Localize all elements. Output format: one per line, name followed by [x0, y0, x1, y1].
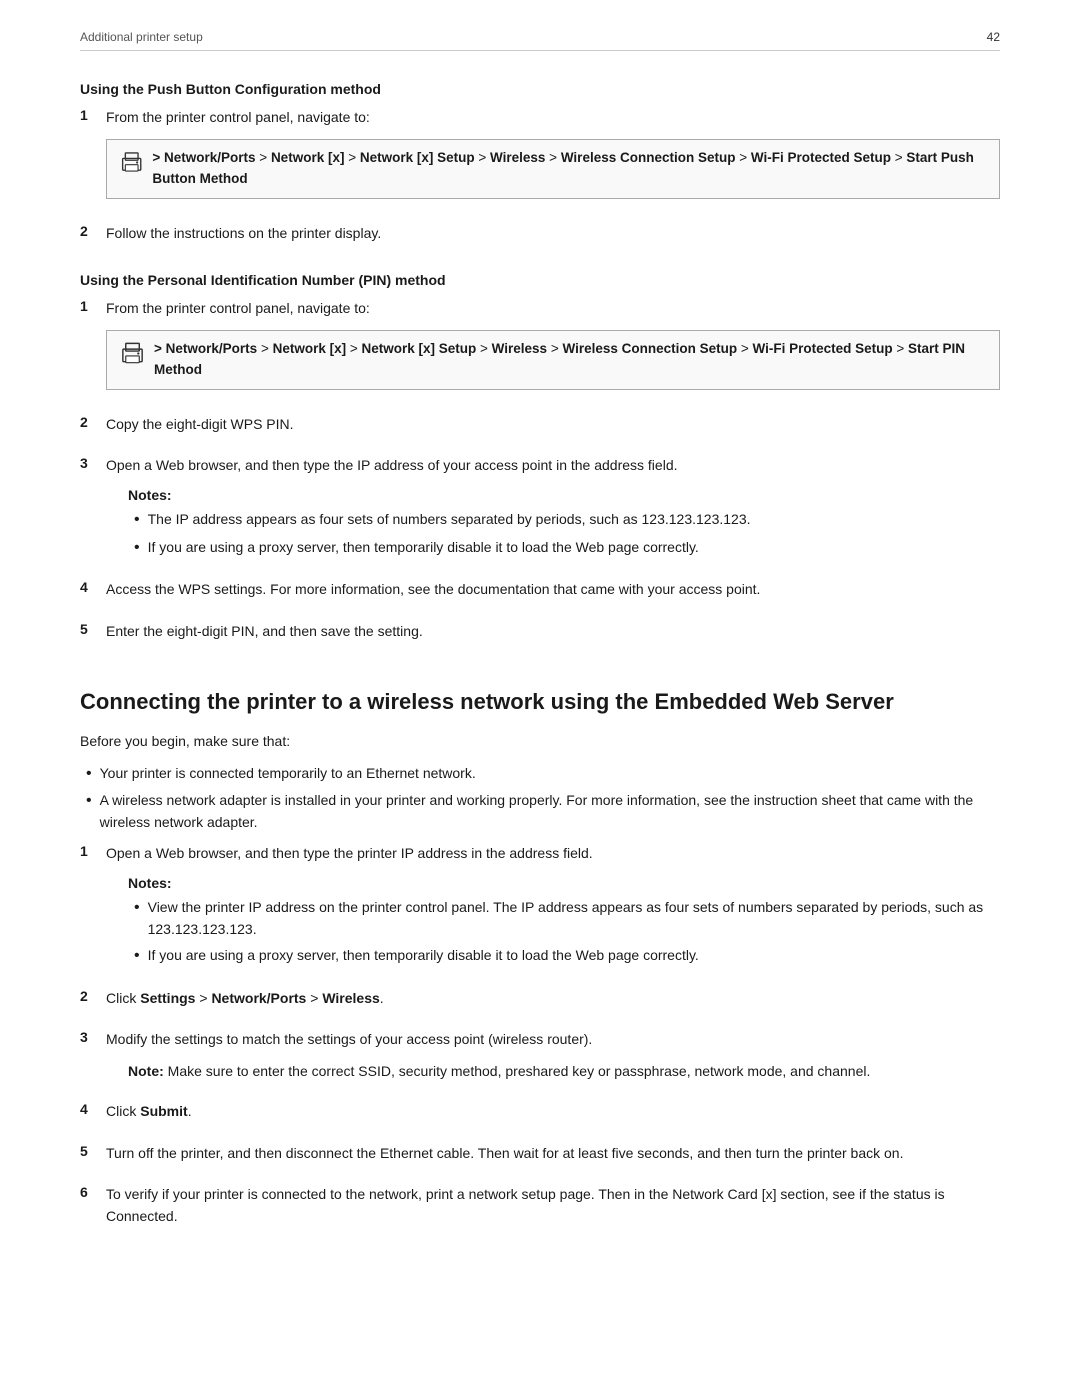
page: Additional printer setup 42 Using the Pu… [0, 0, 1080, 1397]
section3-step1-text: Open a Web browser, and then type the pr… [106, 843, 1000, 865]
section3-step1: 1 Open a Web browser, and then type the … [80, 843, 1000, 977]
section3-heading: Connecting the printer to a wireless net… [80, 688, 1000, 717]
section3-step4: 4 Click Submit. [80, 1101, 1000, 1133]
note-text: If you are using a proxy server, then te… [148, 537, 699, 559]
step-number: 5 [80, 621, 102, 637]
section2-step4: 4 Access the WPS settings. For more info… [80, 579, 1000, 611]
section2-step5-text: Enter the eight-digit PIN, and then save… [106, 621, 1000, 643]
bullet-text: Your printer is connected temporarily to… [100, 763, 476, 785]
section2-step4-text: Access the WPS settings. For more inform… [106, 579, 1000, 601]
section2-step1: 1 From the printer control panel, naviga… [80, 298, 1000, 404]
list-item: The IP address appears as four sets of n… [128, 509, 1000, 531]
section2-step1-text: From the printer control panel, navigate… [106, 298, 1000, 320]
section3-step3-text: Modify the settings to match the setting… [106, 1029, 1000, 1051]
section1-step2: 2 Follow the instructions on the printer… [80, 223, 1000, 255]
section2-nav-box: > Network/Ports > Network [x] > Network … [106, 330, 1000, 390]
section2-heading: Using the Personal Identification Number… [80, 272, 1000, 288]
step-number: 4 [80, 1101, 102, 1117]
note-text: If you are using a proxy server, then te… [148, 945, 699, 967]
section1-step1-text: From the printer control panel, navigate… [106, 107, 1000, 129]
list-item: A wireless network adapter is installed … [80, 790, 1000, 833]
printer-icon [119, 339, 146, 367]
note-inline-label: Note: [128, 1063, 164, 1079]
section2-notes-list: The IP address appears as four sets of n… [128, 509, 1000, 559]
section3-step4-text: Click Submit. [106, 1101, 1000, 1123]
section3-intro: Before you begin, make sure that: [80, 731, 1000, 753]
step-number: 2 [80, 223, 102, 239]
section3-prereq-list: Your printer is connected temporarily to… [80, 763, 1000, 834]
step-number: 6 [80, 1184, 102, 1200]
section3-notes-list: View the printer IP address on the print… [128, 897, 1000, 968]
step-number: 1 [80, 107, 102, 123]
section1-heading: Using the Push Button Configuration meth… [80, 81, 1000, 97]
section2-notes-label: Notes: [128, 487, 1000, 503]
section2-step3: 3 Open a Web browser, and then type the … [80, 455, 1000, 568]
section3-step5-text: Turn off the printer, and then disconnec… [106, 1143, 1000, 1165]
section3-step6-text: To verify if your printer is connected t… [106, 1184, 1000, 1227]
list-item: View the printer IP address on the print… [128, 897, 1000, 940]
section2-step5: 5 Enter the eight-digit PIN, and then sa… [80, 621, 1000, 653]
step-number: 5 [80, 1143, 102, 1159]
list-item: Your printer is connected temporarily to… [80, 763, 1000, 785]
section3-note-inline: Note: Make sure to enter the correct SSI… [128, 1061, 1000, 1083]
note-inline-text: Make sure to enter the correct SSID, sec… [164, 1063, 871, 1079]
note-text: View the printer IP address on the print… [148, 897, 1000, 940]
section-ews: Connecting the printer to a wireless net… [80, 688, 1000, 1237]
step-number: 3 [80, 455, 102, 471]
page-number: 42 [987, 30, 1000, 44]
section1-nav-box: > Network/Ports > Network [x] > Network … [106, 139, 1000, 199]
page-header: Additional printer setup 42 [80, 30, 1000, 51]
section3-step3: 3 Modify the settings to match the setti… [80, 1029, 1000, 1090]
section-push-button: Using the Push Button Configuration meth… [80, 81, 1000, 254]
section3-notes-label: Notes: [128, 875, 1000, 891]
step-number: 1 [80, 843, 102, 859]
printer-icon [119, 148, 144, 176]
section1-nav-text: > Network/Ports > Network [x] > Network … [152, 148, 987, 190]
section3-step5: 5 Turn off the printer, and then disconn… [80, 1143, 1000, 1175]
step-number: 4 [80, 579, 102, 595]
bullet-text: A wireless network adapter is installed … [100, 790, 1000, 833]
section3-step2-text: Click Settings > Network/Ports > Wireles… [106, 988, 1000, 1010]
step-number: 2 [80, 988, 102, 1004]
list-item: If you are using a proxy server, then te… [128, 945, 1000, 967]
step-number: 1 [80, 298, 102, 314]
section2-step2: 2 Copy the eight-digit WPS PIN. [80, 414, 1000, 446]
section2-nav-text: > Network/Ports > Network [x] > Network … [154, 339, 987, 381]
header-title: Additional printer setup [80, 30, 203, 44]
list-item: If you are using a proxy server, then te… [128, 537, 1000, 559]
note-text: The IP address appears as four sets of n… [148, 509, 751, 531]
step-number: 2 [80, 414, 102, 430]
section1-step2-text: Follow the instructions on the printer d… [106, 223, 1000, 245]
section3-step2: 2 Click Settings > Network/Ports > Wirel… [80, 988, 1000, 1020]
section2-step3-text: Open a Web browser, and then type the IP… [106, 455, 1000, 477]
section1-step1: 1 From the printer control panel, naviga… [80, 107, 1000, 213]
section2-step2-text: Copy the eight-digit WPS PIN. [106, 414, 1000, 436]
step-number: 3 [80, 1029, 102, 1045]
section3-step6: 6 To verify if your printer is connected… [80, 1184, 1000, 1237]
section-pin: Using the Personal Identification Number… [80, 272, 1000, 652]
